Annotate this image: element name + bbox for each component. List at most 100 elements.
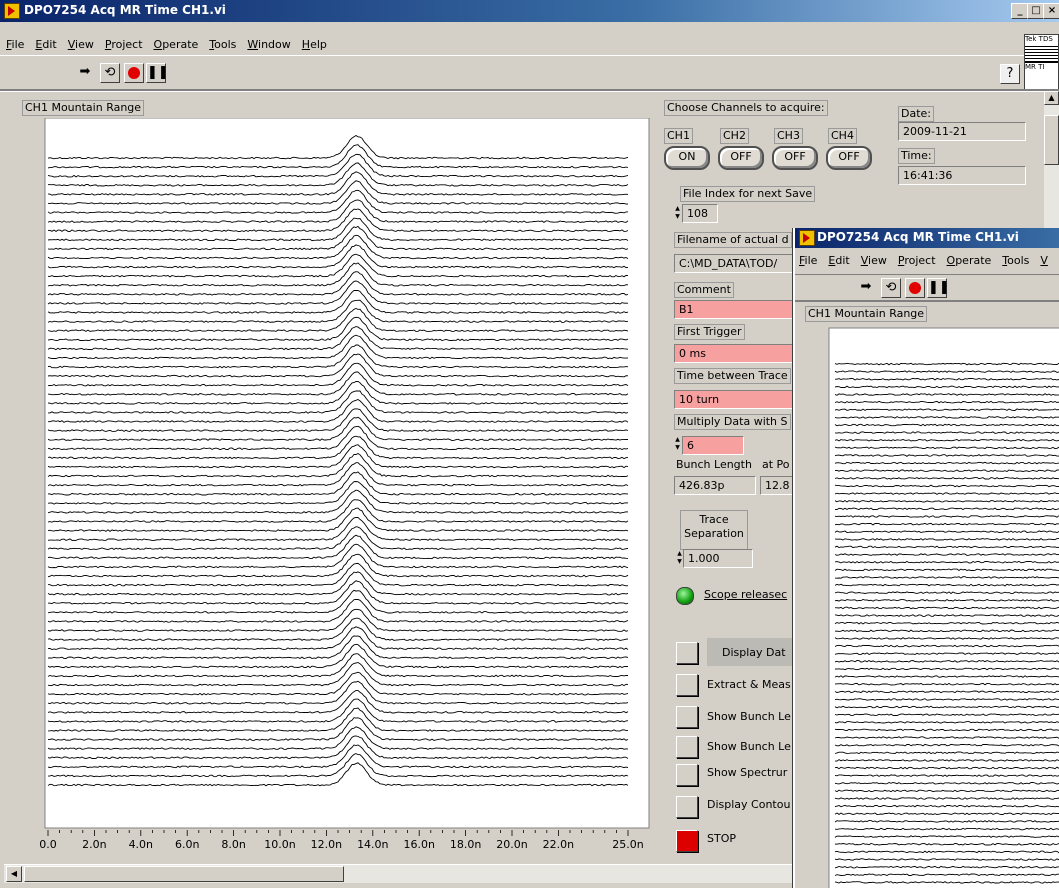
close-button[interactable]: ×: [1043, 3, 1059, 19]
second-mountain-range-graph: [805, 324, 1059, 888]
menu-divider: [0, 55, 1059, 56]
second-menu-tools[interactable]: Tools: [1002, 254, 1029, 267]
mountain-range-graph: 0.0 2.0n 4.0n 6.0n 8.0n 10.0n 12.0n 14.0n 16.0n 1…: [20, 118, 650, 858]
x-axis-tick-label: 18.0n: [450, 838, 481, 851]
x-axis-tick-label: 8.0n: [221, 838, 245, 851]
ch1-label: CH1: [664, 128, 693, 144]
filename-label: Filename of actual d: [674, 232, 792, 248]
trace-separation-spin-icon[interactable]: ▲ ▼: [676, 550, 683, 567]
second-run-continuously-icon[interactable]: ⟲: [881, 278, 901, 298]
menu-operate[interactable]: Operate: [154, 38, 199, 51]
file-index-spin-icon[interactable]: ▲ ▼: [674, 205, 681, 222]
second-menu-view[interactable]: View: [861, 254, 887, 267]
menu-window[interactable]: Window: [247, 38, 290, 51]
second-toolbar-divider: [795, 300, 1059, 302]
display-data-button[interactable]: [676, 642, 698, 664]
time-between-label: Time between Trace: [674, 368, 791, 384]
file-index-input[interactable]: 108: [682, 204, 718, 223]
multiply-spin-icon[interactable]: ▲ ▼: [674, 436, 681, 453]
x-axis-tick-label: 16.0n: [403, 838, 434, 851]
scroll-left-arrow-icon[interactable]: ◀: [6, 866, 22, 882]
vi-icon-text-2: MR TI: [1025, 62, 1058, 72]
show-spectrum-button[interactable]: [676, 764, 698, 786]
second-menu-operate[interactable]: Operate: [947, 254, 992, 267]
comment-label: Comment: [674, 282, 734, 298]
second-menu-file[interactable]: File: [799, 254, 817, 267]
ch1-toggle[interactable]: ON: [664, 146, 710, 170]
second-pause-icon[interactable]: ❚❚: [927, 278, 950, 298]
abort-execution-icon[interactable]: [124, 63, 144, 83]
ch4-label: CH4: [828, 128, 857, 144]
second-toolbar: ➡ ⟲ ❚❚: [857, 278, 957, 298]
x-axis-tick-label: 22.0n: [543, 838, 574, 851]
display-contour-label: Display Contou: [707, 798, 791, 811]
vi-icon-text-1: Tek TDS: [1025, 35, 1053, 43]
file-index-label: File Index for next Save: [680, 186, 816, 202]
window-title: DPO7254 Acq MR Time CH1.vi: [24, 3, 226, 17]
show-bunch-length-label-2: Show Bunch Le: [707, 740, 791, 753]
x-axis-tick-label: 0.0: [39, 838, 57, 851]
scroll-up-arrow-icon[interactable]: ▲: [1044, 91, 1059, 105]
second-window-title-bar[interactable]: DPO7254 Acq MR Time CH1.vi: [795, 228, 1059, 248]
extract-measure-button[interactable]: [676, 674, 698, 696]
x-axis-tick-label: 10.0n: [264, 838, 295, 851]
x-axis-tick-label: 25.0n: [612, 838, 643, 851]
run-arrow-icon[interactable]: ➡: [76, 63, 94, 81]
ch2-toggle[interactable]: OFF: [718, 146, 764, 170]
menu-tools[interactable]: Tools: [209, 38, 236, 51]
extract-measure-label: Extract & Meas: [707, 678, 791, 691]
second-menu-project[interactable]: Project: [898, 254, 936, 267]
show-bunch-length-label-1: Show Bunch Le: [707, 710, 791, 723]
at-pos-label: at Po: [762, 458, 790, 471]
menu-file[interactable]: File: [6, 38, 24, 51]
graph-label: CH1 Mountain Range: [22, 100, 145, 116]
trace-separation-input[interactable]: 1.000: [683, 549, 753, 568]
ch4-toggle[interactable]: OFF: [826, 146, 872, 170]
toolbar-divider: [0, 89, 1059, 92]
trace-separation-label-2: Separation: [684, 527, 744, 540]
vertical-scrollbar[interactable]: ▲: [1044, 91, 1059, 231]
menu-project[interactable]: Project: [105, 38, 143, 51]
show-bunch-length-button-1[interactable]: [676, 706, 698, 728]
run-continuously-icon[interactable]: ⟲: [100, 63, 120, 83]
scroll-thumb[interactable]: [1044, 115, 1059, 165]
context-help-icon[interactable]: ?: [1000, 64, 1020, 84]
second-abort-icon[interactable]: [905, 278, 925, 298]
x-axis-tick-label: 4.0n: [129, 838, 153, 851]
toolbar: ➡ ⟲ ❚❚: [76, 63, 176, 83]
horizontal-scroll-thumb[interactable]: [24, 866, 344, 882]
time-value: 16:41:36: [898, 166, 1026, 185]
multiply-label: Multiply Data with S: [674, 414, 791, 430]
x-axis-tick-label: 20.0n: [496, 838, 527, 851]
show-spectrum-label: Show Spectrur: [707, 766, 788, 779]
menu-view[interactable]: View: [68, 38, 94, 51]
stop-button[interactable]: [676, 830, 698, 852]
second-menu-bar: File Edit View Project Operate Tools V: [799, 254, 1059, 267]
window-title-bar[interactable]: DPO7254 Acq MR Time CH1.vi _ □ ×: [0, 0, 1059, 22]
stop-label: STOP: [707, 832, 736, 845]
second-menu-edit[interactable]: Edit: [828, 254, 849, 267]
multiply-input[interactable]: 6: [682, 436, 744, 455]
menu-help[interactable]: Help: [302, 38, 327, 51]
show-bunch-length-button-2[interactable]: [676, 736, 698, 758]
bunch-length-label: Bunch Length: [676, 458, 752, 471]
display-contour-button[interactable]: [676, 796, 698, 818]
menu-edit[interactable]: Edit: [35, 38, 56, 51]
x-axis-tick-label: 14.0n: [357, 838, 388, 851]
x-axis-tick-label: 6.0n: [175, 838, 199, 851]
second-window[interactable]: DPO7254 Acq MR Time CH1.vi File Edit View P…: [793, 228, 1059, 888]
ch3-toggle[interactable]: OFF: [772, 146, 818, 170]
time-label: Time:: [898, 148, 935, 164]
first-trigger-label: First Trigger: [674, 324, 745, 340]
second-window-title: DPO7254 Acq MR Time CH1.vi: [817, 230, 1019, 244]
second-graph-label: CH1 Mountain Range: [805, 306, 928, 322]
menu-bar: File Edit View Project Operate Tools Window Hel…: [6, 38, 338, 51]
display-data-label: Display Dat: [722, 646, 786, 659]
vi-icon-graphic: [1025, 44, 1058, 62]
pause-icon[interactable]: ❚❚: [146, 63, 169, 83]
vi-connector-icon: Tek TDS MR TI: [1024, 34, 1059, 92]
second-menu-window[interactable]: V: [1040, 254, 1048, 267]
second-run-arrow-icon[interactable]: ➡: [857, 278, 875, 296]
bunch-length-value: 426.83p: [674, 476, 756, 495]
date-label: Date:: [898, 106, 934, 122]
